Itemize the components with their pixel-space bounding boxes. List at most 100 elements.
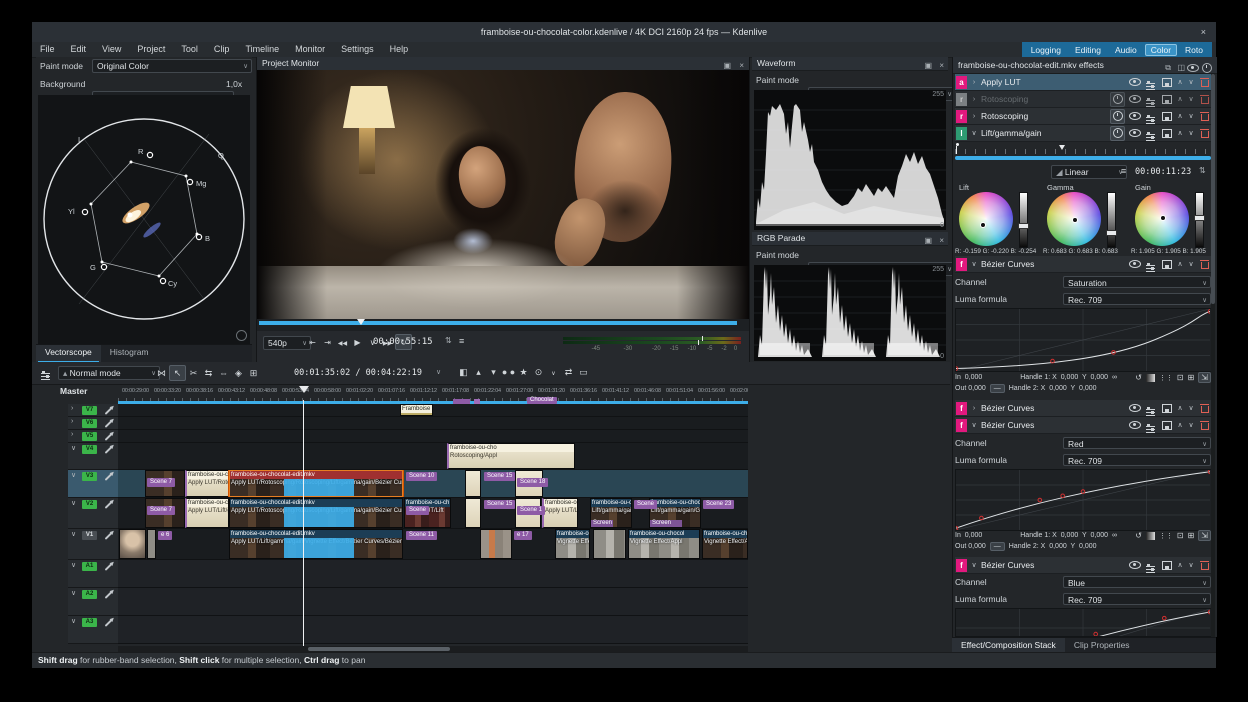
mix-button[interactable]: ⋈ xyxy=(154,366,169,380)
effect-row-lift-gamma-gain[interactable]: l∨Lift/gamma/gain∧∨ xyxy=(955,125,1211,142)
monitor-menu-icon[interactable]: ≡ xyxy=(459,336,464,346)
timeline-label-clip[interactable]: Scene 15 xyxy=(484,472,515,481)
menu-project[interactable]: Project xyxy=(129,42,173,56)
wheel-slider-gamma[interactable] xyxy=(1107,192,1116,248)
workspace-tab-audio[interactable]: Audio xyxy=(1109,44,1143,56)
insert-zone-button[interactable]: ▴ xyxy=(471,366,486,380)
delete-effect-icon[interactable] xyxy=(1198,559,1211,572)
presets-icon[interactable] xyxy=(1144,127,1157,140)
save-effect-icon[interactable] xyxy=(1160,258,1173,271)
track-a3[interactable] xyxy=(118,616,748,644)
presets-icon[interactable] xyxy=(1144,110,1157,123)
timeline-ruler[interactable]: 00:00:29:0000:00:33:2000:00:38:1600:00:4… xyxy=(118,386,748,404)
stopwatch-icon[interactable] xyxy=(1110,92,1125,107)
save-effect-icon[interactable] xyxy=(1160,559,1173,572)
zoom-in-icon[interactable]: ⊡ xyxy=(1177,531,1184,540)
presets-icon[interactable] xyxy=(1144,402,1157,415)
timeline-label-clip[interactable]: e 17 xyxy=(514,531,532,540)
gradient-bg-icon[interactable] xyxy=(1146,374,1155,382)
slider-handle[interactable] xyxy=(1106,230,1117,236)
close-icon[interactable]: × xyxy=(1201,22,1206,42)
move-down-icon[interactable]: ∨ xyxy=(1187,95,1195,103)
edit-track-icon[interactable] xyxy=(104,471,113,483)
go-zone-start[interactable]: ⇤ xyxy=(305,335,320,349)
enable-effect-icon[interactable] xyxy=(1128,110,1141,123)
workspace-tab-roto[interactable]: Roto xyxy=(1179,44,1209,56)
zoom-in-icon[interactable]: ⊡ xyxy=(1177,373,1184,382)
save-effect-icon[interactable] xyxy=(1160,419,1173,432)
rewind-button[interactable]: ◀◀ xyxy=(335,336,350,350)
stopwatch-icon[interactable] xyxy=(1110,126,1125,141)
keyframe-timecode[interactable]: 00:00:11:23 xyxy=(1135,167,1191,177)
move-down-icon[interactable]: ∨ xyxy=(1187,561,1195,569)
timeline-label-clip[interactable]: Scene xyxy=(406,506,429,515)
delete-effect-icon[interactable] xyxy=(1198,258,1211,271)
stopwatch-icon[interactable] xyxy=(1110,109,1125,124)
keyframe-zone-bar[interactable] xyxy=(955,156,1211,160)
keyframe-menu-icon[interactable]: ≡ xyxy=(1121,166,1126,176)
timecode-spinner-icon[interactable]: ⇅ xyxy=(445,336,452,345)
monitor-seekbar[interactable] xyxy=(257,319,749,331)
move-up-icon[interactable]: ∧ xyxy=(1176,78,1184,86)
timeline-label-clip[interactable]: Scene xyxy=(634,500,657,509)
timeline-clip[interactable] xyxy=(119,529,146,559)
wheel-cursor[interactable] xyxy=(1160,215,1166,221)
wheel-cursor[interactable] xyxy=(1072,217,1078,223)
menu-help[interactable]: Help xyxy=(382,42,417,56)
track-chevron-icon[interactable]: ∨ xyxy=(71,471,76,479)
timeline-clip[interactable]: framboise-ou-chVignette Effect/A xyxy=(555,529,590,559)
track-id-badge[interactable]: A1 xyxy=(82,562,97,571)
timeline-clip[interactable]: framboise-ou-choRotoscoping/Appl xyxy=(447,443,575,469)
curve-editor-saturation[interactable] xyxy=(955,308,1213,372)
move-down-icon[interactable]: ∨ xyxy=(1187,421,1195,429)
edit-track-icon[interactable] xyxy=(104,530,113,542)
edit-track-icon[interactable] xyxy=(104,444,113,456)
bezier-curves-effect-row[interactable]: f∨Bézier Curves∧∨ xyxy=(955,557,1211,574)
track-id-badge[interactable]: A3 xyxy=(82,618,97,627)
master-button[interactable]: Master xyxy=(36,386,118,404)
enable-effect-icon[interactable] xyxy=(1128,76,1141,89)
go-zone-end[interactable]: ⇥ xyxy=(320,335,335,349)
handles-grid-icon[interactable]: ⋮⋮ xyxy=(1159,374,1173,382)
chevron-icon[interactable]: ∨ xyxy=(970,129,978,137)
preview-render-button[interactable]: ◧ xyxy=(456,366,471,380)
chevron-icon[interactable]: ∨ xyxy=(970,421,978,429)
mixer-button[interactable]: ⇄ xyxy=(561,366,576,380)
curve-expand-icon[interactable]: ⇲ xyxy=(1198,372,1211,383)
zoom-value[interactable]: 1,0x xyxy=(226,79,242,89)
monitor-header[interactable]: Project Monitor ▣ × xyxy=(257,57,749,71)
save-effect-icon[interactable] xyxy=(1160,93,1173,106)
save-effect-icon[interactable] xyxy=(1160,76,1173,89)
track-v6[interactable] xyxy=(118,417,748,430)
slider-handle[interactable] xyxy=(1018,223,1029,229)
stack-scrollbar[interactable] xyxy=(1211,74,1215,637)
overwrite-zone-button[interactable]: ● ● xyxy=(501,365,516,379)
channel-select[interactable]: Saturation∨ xyxy=(1063,276,1211,288)
timeline-label-clip[interactable]: Scene 18 xyxy=(517,478,548,487)
timeline-clip[interactable] xyxy=(480,529,512,559)
enable-effect-icon[interactable] xyxy=(1128,419,1141,432)
track-id-badge[interactable]: V2 xyxy=(82,500,97,509)
delete-effect-icon[interactable] xyxy=(1198,93,1211,106)
tab-vectorscope[interactable]: Vectorscope xyxy=(36,345,101,363)
track-chevron-icon[interactable]: ∨ xyxy=(71,617,76,625)
chevron-icon[interactable]: › xyxy=(970,96,978,103)
remove-point-icon[interactable]: — xyxy=(990,542,1005,551)
enable-effect-icon[interactable] xyxy=(1128,127,1141,140)
monitor-timecode[interactable]: 00:00:55:15 xyxy=(373,337,433,347)
wheel-slider-lift[interactable] xyxy=(1019,192,1028,248)
effect-row-apply-lut[interactable]: a›Apply LUT∧∨ xyxy=(955,74,1211,91)
chevron-icon[interactable]: › xyxy=(970,79,978,86)
track-id-badge[interactable]: V1 xyxy=(82,531,97,540)
chevron-icon[interactable]: ∨ xyxy=(970,260,978,268)
playhead-handle[interactable] xyxy=(299,386,309,393)
enable-effect-icon[interactable] xyxy=(1128,258,1141,271)
curve-editor-blue[interactable] xyxy=(955,608,1213,637)
handles-grid-icon[interactable]: ⋮⋮ xyxy=(1159,532,1173,540)
remove-point-icon[interactable]: — xyxy=(990,384,1005,393)
track-v4[interactable]: framboise-ou-choRotoscoping/Appl xyxy=(118,443,748,470)
luma-formula-select[interactable]: Rec. 709∨ xyxy=(1063,593,1211,605)
interpolation-select[interactable]: ◢ Linear∨ xyxy=(1051,165,1127,179)
reset-icon[interactable]: ↺ xyxy=(1135,373,1142,382)
timeline-clip[interactable] xyxy=(593,529,626,559)
